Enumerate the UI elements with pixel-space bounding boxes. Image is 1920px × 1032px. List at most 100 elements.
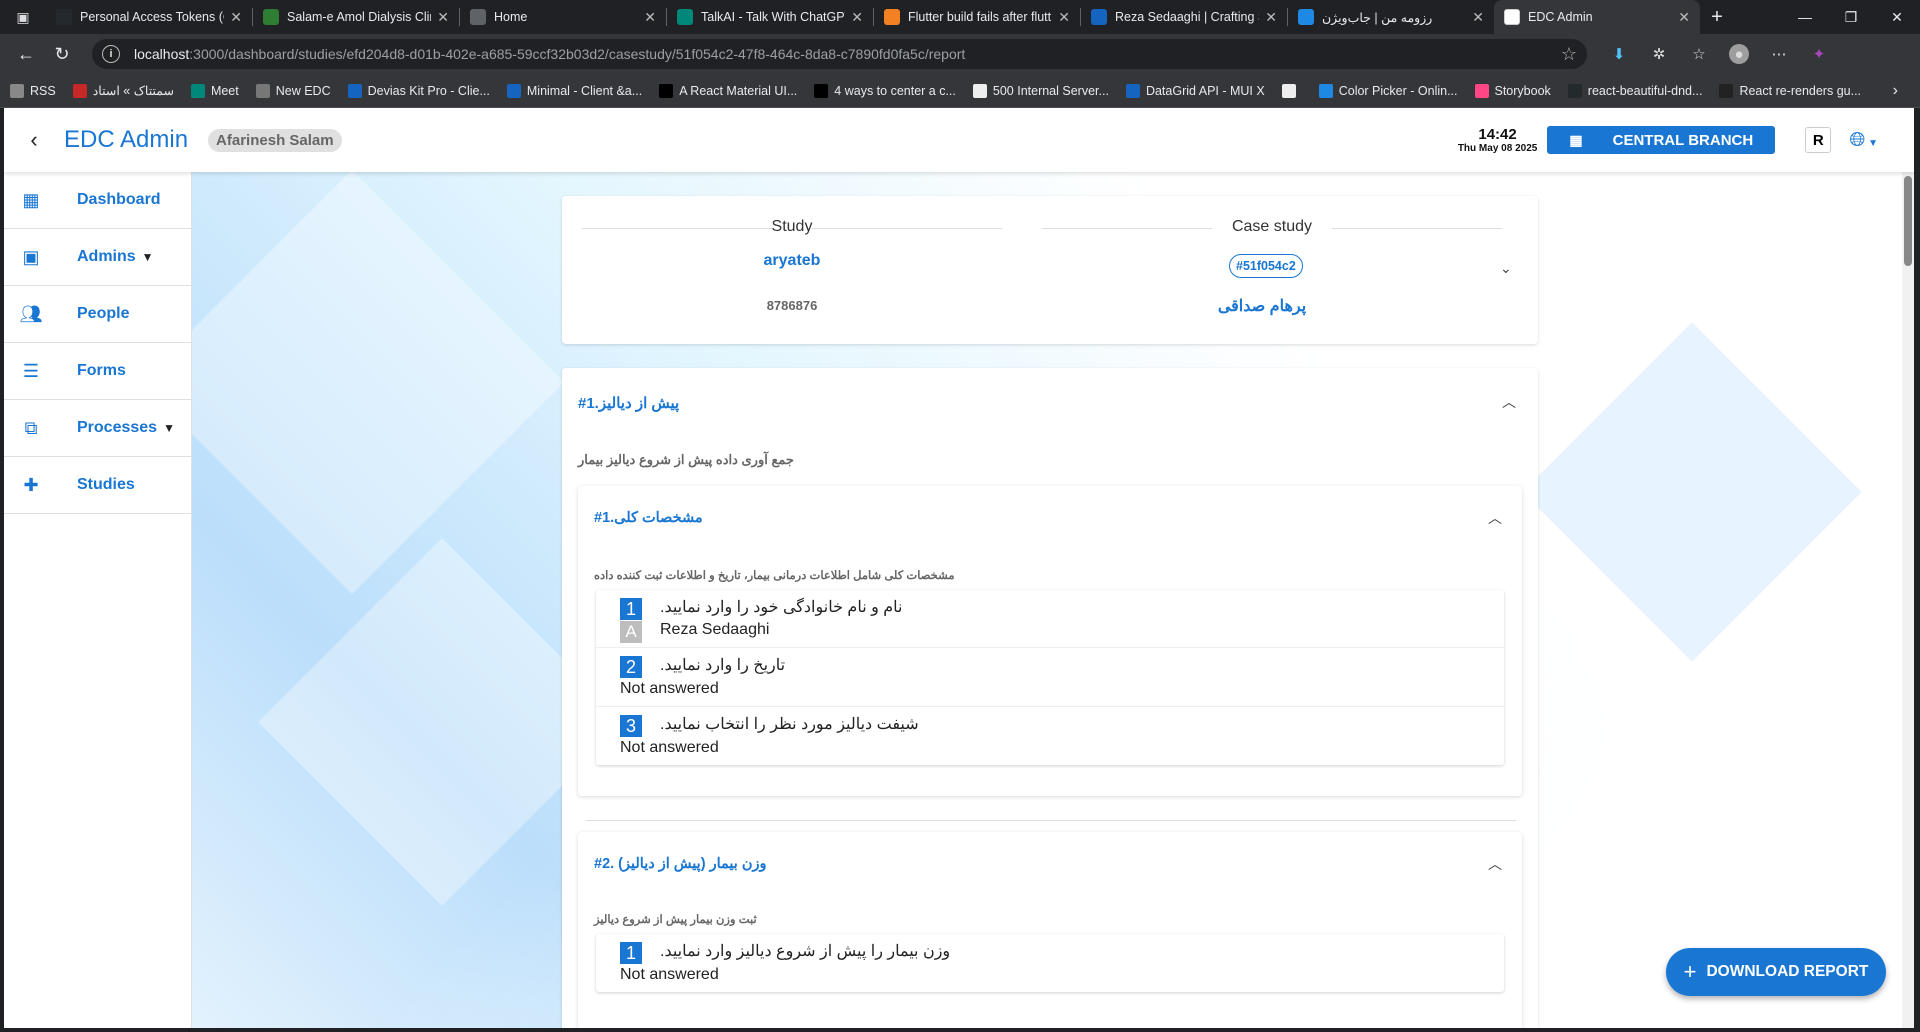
dashboard-icon: ▦ xyxy=(22,189,40,210)
bookmark-item[interactable]: DataGrid API - MUI X xyxy=(1125,83,1265,98)
browser-tab[interactable]: Home ✕ xyxy=(460,0,666,34)
question-number: 1 xyxy=(620,598,642,620)
brand-title[interactable]: EDC Admin xyxy=(64,126,188,154)
sidebar-item-processes[interactable]: ⧉ Processes ▼ xyxy=(4,400,191,457)
close-tab-icon[interactable]: ✕ xyxy=(1472,9,1484,26)
close-tab-icon[interactable]: ✕ xyxy=(437,9,449,26)
r-button[interactable]: R xyxy=(1805,127,1832,153)
question-list: 1 .وزن بیمار را پیش از شروع دیالیز وارد ن… xyxy=(596,934,1504,992)
chevron-down-icon[interactable]: ▼ xyxy=(142,250,154,264)
sidebar-item-label: Processes xyxy=(77,419,158,436)
sidebar-item-admins[interactable]: ▣ Admins ▼ xyxy=(4,229,191,286)
study-code: 8786876 xyxy=(766,298,818,313)
back-icon[interactable]: ← xyxy=(8,44,44,65)
close-tab-icon[interactable]: ✕ xyxy=(1058,9,1070,26)
study-name[interactable]: aryateb xyxy=(732,252,852,270)
home-icon xyxy=(470,9,486,25)
section-title[interactable]: #1.پیش از دیالیز xyxy=(578,394,679,412)
profile-avatar-icon[interactable]: ● xyxy=(1729,44,1749,64)
close-tab-icon[interactable]: ✕ xyxy=(1678,9,1690,26)
browser-tab[interactable]: Flutter build fails after flutt ✕ xyxy=(874,0,1080,34)
subsection-description: ثبت وزن بیمار پیش از شروع دیالیز xyxy=(594,914,757,926)
bookmark-item[interactable]: 500 Internal Server... xyxy=(972,83,1109,98)
extensions-area: ⬇ ✲ ☆ ● ⋯ ✦ xyxy=(1609,44,1829,64)
more-menu-icon[interactable]: ⋯ xyxy=(1769,44,1789,64)
bookmarks-bar: RSS سمتتاک » استاد Meet New EDC Devias Kit P… xyxy=(0,74,1920,108)
bookmark-item[interactable] xyxy=(1281,83,1302,98)
browser-tab[interactable]: Salam-e Amol Dialysis Clinic ✕ xyxy=(253,0,459,34)
browser-tab[interactable]: رزومه من | جاب‌ویژن ✕ xyxy=(1288,0,1494,34)
favorites-icon[interactable]: ☆ xyxy=(1689,44,1709,64)
bookmark-label: DataGrid API - MUI X xyxy=(1145,83,1265,98)
user-chip: Afarinesh Salam xyxy=(208,128,342,152)
window-controls: — ❐ ✕ xyxy=(1782,9,1920,26)
studies-icon: ✚ xyxy=(23,474,39,495)
bookmark-item[interactable]: react-beautiful-dnd... xyxy=(1567,83,1702,98)
back-arrow-icon[interactable]: ‹ xyxy=(4,127,64,153)
bookmark-item[interactable]: New EDC xyxy=(255,83,331,98)
bookmark-item[interactable]: RSS xyxy=(10,83,56,98)
minimize-icon[interactable]: — xyxy=(1782,9,1828,26)
extensions-icon[interactable]: ✲ xyxy=(1649,44,1669,64)
bookmark-item[interactable]: سمتتاک » استاد xyxy=(72,83,174,98)
reload-icon[interactable]: ↻ xyxy=(44,44,80,65)
subsection-title[interactable]: #2. (پیش از دیالیز) وزن بیمار xyxy=(594,856,766,872)
download-report-button[interactable]: + DOWNLOAD REPORT xyxy=(1666,948,1886,996)
bookmark-item[interactable]: Devias Kit Pro - Clie... xyxy=(347,83,490,98)
expand-header-chevron-icon[interactable]: ⌄ xyxy=(1500,260,1512,277)
browser-tab[interactable]: Reza Sedaaghi | Crafting Sc ✕ xyxy=(1081,0,1287,34)
close-tab-icon[interactable]: ✕ xyxy=(1265,9,1277,26)
download-ext-icon[interactable]: ⬇ xyxy=(1609,44,1629,64)
bookmark-star-icon[interactable]: ☆ xyxy=(1561,44,1577,65)
bookmark-item[interactable]: Minimal - Client &a... xyxy=(506,83,642,98)
bookmark-item[interactable]: React re-renders gu... xyxy=(1719,83,1861,98)
sidebar-item-dashboard[interactable]: ▦ Dashboard xyxy=(4,172,191,229)
collapse-subsection-chevron-icon[interactable]: ︿ xyxy=(1488,854,1502,874)
sidebar-item-studies[interactable]: ✚ Studies xyxy=(4,457,191,514)
close-tab-icon[interactable]: ✕ xyxy=(230,9,242,26)
close-window-icon[interactable]: ✕ xyxy=(1874,9,1920,26)
collapse-subsection-chevron-icon[interactable]: ︿ xyxy=(1488,508,1502,528)
browser-tab[interactable]: TalkAI - Talk With ChatGPT ✕ xyxy=(667,0,873,34)
tab-actions-icon[interactable]: ▣ xyxy=(0,0,46,34)
branch-button[interactable]: ▦ CENTRAL BRANCH xyxy=(1547,126,1776,154)
language-globe-icon[interactable]: 🌐︎ ▼ xyxy=(1849,129,1878,152)
close-tab-icon[interactable]: ✕ xyxy=(644,9,656,26)
subsection-title[interactable]: #1.مشخصات کلی xyxy=(594,510,703,526)
browser-tab[interactable]: Personal Access Tokens (Cla ✕ xyxy=(46,0,252,34)
processes-icon: ⧉ xyxy=(24,417,38,438)
rs-icon xyxy=(1091,9,1107,25)
bookmark-item[interactable]: 4 ways to center a c... xyxy=(814,83,956,98)
url-path: :3000/dashboard/studies/efd204d8-d01b-40… xyxy=(189,46,966,62)
bookmark-favicon-icon xyxy=(255,83,270,98)
collapse-section-chevron-icon[interactable]: ︿ xyxy=(1502,392,1516,412)
form-section-card: #1.پیش از دیالیز ︿ جمع آوری داده پیش از … xyxy=(562,368,1538,1028)
page-scrollbar[interactable] xyxy=(1902,172,1914,1028)
restore-icon[interactable]: ❐ xyxy=(1828,9,1874,26)
copilot-icon[interactable]: ✦ xyxy=(1809,44,1829,64)
site-info-icon[interactable]: i xyxy=(102,45,120,63)
sidebar-item-forms[interactable]: ☰ Forms xyxy=(4,343,191,400)
chevron-down-icon[interactable]: ▼ xyxy=(163,421,175,435)
bookmark-item[interactable]: Meet xyxy=(190,83,239,98)
bookmark-item[interactable]: A React Material UI... xyxy=(659,83,797,98)
question-text: .وزن بیمار را پیش از شروع دیالیز وارد نم… xyxy=(660,943,951,960)
scrollbar-thumb[interactable] xyxy=(1904,176,1912,266)
tab-title: EDC Admin xyxy=(1528,10,1593,24)
url-bar[interactable]: i localhost:3000/dashboard/studies/efd20… xyxy=(92,39,1587,69)
sidebar-item-people[interactable]: 👥︎ People xyxy=(4,286,191,343)
browser-tab[interactable]: EDC Admin ✕ xyxy=(1494,0,1700,34)
answer-marker: A xyxy=(620,621,642,643)
close-tab-icon[interactable]: ✕ xyxy=(851,9,863,26)
study-label: Study xyxy=(771,218,813,235)
tab-title: Salam-e Amol Dialysis Clinic xyxy=(287,10,432,24)
bookmark-favicon-icon xyxy=(1318,83,1333,98)
bookmark-item[interactable]: Storybook xyxy=(1474,83,1551,98)
question-number: 1 xyxy=(620,942,642,964)
bookmark-label: 4 ways to center a c... xyxy=(834,83,956,98)
bookmarks-overflow-icon[interactable]: › xyxy=(1893,82,1898,100)
url-host: localhost xyxy=(134,46,190,62)
background-decoration xyxy=(192,172,565,595)
new-tab-button[interactable]: + xyxy=(1700,6,1734,29)
bookmark-item[interactable]: Color Picker - Onlin... xyxy=(1318,83,1458,98)
